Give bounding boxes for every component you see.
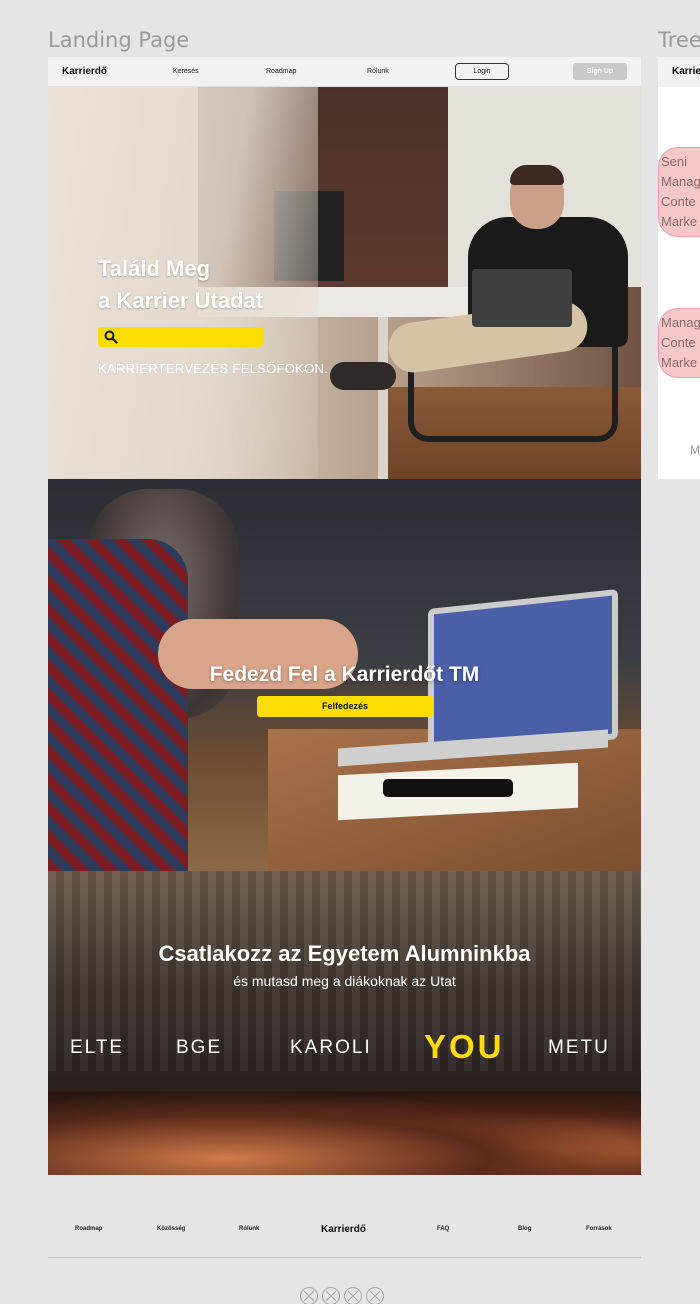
university-bge[interactable]: BGE bbox=[176, 1037, 222, 1059]
tree-node-1-line: Conte bbox=[661, 194, 696, 209]
search-icon bbox=[104, 330, 118, 344]
page-dot-4[interactable] bbox=[366, 1287, 384, 1304]
signup-button[interactable]: Sign Up bbox=[573, 63, 627, 80]
discover-title: Fedezd Fel a Karrierdőt TM bbox=[209, 663, 480, 686]
university-metu[interactable]: METU bbox=[548, 1037, 610, 1059]
alumni-photo-crowd bbox=[48, 1091, 641, 1175]
nav-link-roadmap[interactable]: Roadmap bbox=[266, 68, 296, 75]
close-icon bbox=[325, 1290, 337, 1302]
hero-office-section: Találd Meg a Karrier Utadat KARRIERTERVE… bbox=[48, 87, 641, 479]
hero-title: Találd Meg a Karrier Utadat bbox=[98, 253, 338, 317]
tree-node-2[interactable]: Manag Conte Marke bbox=[658, 308, 700, 378]
hero-search-bar[interactable] bbox=[98, 327, 263, 347]
close-icon bbox=[369, 1290, 381, 1302]
login-button[interactable]: Login bbox=[455, 63, 509, 80]
tree-nav-logo: Karrier bbox=[658, 57, 700, 87]
hero-photo-desk-leg bbox=[378, 317, 388, 479]
tree-node-2-line: Conte bbox=[661, 335, 696, 350]
close-icon bbox=[303, 1290, 315, 1302]
tree-node-1-line: Manag bbox=[661, 174, 700, 189]
alumni-title: Csatlakozz az Egyetem Alumninkba bbox=[158, 941, 531, 966]
discover-photo-shirt bbox=[48, 539, 188, 871]
landing-page-artboard: Karrierdő Keresés Roadmap Rólunk Login S… bbox=[48, 57, 641, 1175]
tree-node-2-line: Manag bbox=[661, 315, 700, 330]
page-dot-2[interactable] bbox=[322, 1287, 340, 1304]
university-karoli[interactable]: KAROLI bbox=[290, 1037, 372, 1059]
footer-link-blog[interactable]: Blog bbox=[518, 1226, 531, 1232]
page-dot-3[interactable] bbox=[344, 1287, 362, 1304]
footer-link-resources[interactable]: Források bbox=[586, 1226, 612, 1232]
alumni-subtitle: és mutasd meg a diákoknak az Utat bbox=[233, 973, 456, 989]
footer-logo[interactable]: Karrierdő bbox=[321, 1224, 366, 1235]
nav-link-about[interactable]: Rólunk bbox=[367, 68, 389, 75]
tree-bottom-label: M bbox=[690, 443, 700, 457]
tree-artboard: Karrier Seni Manag Conte Marke Manag Con… bbox=[658, 57, 700, 479]
frame-label-tree: Tree bbox=[658, 28, 700, 52]
footer-link-community[interactable]: Közösség bbox=[157, 1226, 185, 1232]
hero-photo-laptop bbox=[472, 269, 572, 327]
footer-link-about[interactable]: Rólunk bbox=[239, 1226, 259, 1232]
hero-photo-shoe bbox=[330, 362, 396, 390]
footer-link-faq[interactable]: FAQ bbox=[437, 1226, 449, 1232]
tree-node-1-line: Seni bbox=[661, 154, 688, 169]
page-dot-1[interactable] bbox=[300, 1287, 318, 1304]
discover-section: Fedezd Fel a Karrierdőt TM Felfedezés bbox=[48, 479, 641, 871]
university-you[interactable]: YOU bbox=[424, 1028, 505, 1066]
hero-search-input[interactable] bbox=[120, 327, 260, 347]
tree-node-1[interactable]: Seni Manag Conte Marke bbox=[658, 147, 700, 237]
hero-tagline: KARRIERTERVEZÉS FELSŐFOKON. bbox=[98, 361, 329, 376]
tree-node-1-line: Marke bbox=[661, 214, 698, 229]
discover-button[interactable]: Felfedezés bbox=[257, 696, 433, 717]
nav-link-search[interactable]: Keresés bbox=[173, 68, 199, 75]
hero-title-line2: a Karrier Utadat bbox=[98, 288, 264, 313]
university-elte[interactable]: ELTE bbox=[70, 1037, 124, 1059]
alumni-section: Csatlakozz az Egyetem Alumninkba és muta… bbox=[48, 871, 641, 1175]
nav-logo[interactable]: Karrierdő bbox=[62, 66, 107, 77]
close-icon bbox=[347, 1290, 359, 1302]
discover-photo-phone bbox=[383, 779, 513, 797]
footer: Roadmap Közösség Rólunk Karrierdő FAQ Bl… bbox=[48, 1210, 641, 1258]
frame-label-landing: Landing Page bbox=[48, 28, 190, 52]
hero-photo-person-hair bbox=[510, 165, 564, 185]
footer-link-roadmap[interactable]: Roadmap bbox=[75, 1226, 102, 1232]
top-navbar: Karrierdő Keresés Roadmap Rólunk Login S… bbox=[48, 57, 641, 87]
tree-node-2-line: Marke bbox=[661, 355, 698, 370]
hero-title-line1: Találd Meg bbox=[98, 256, 211, 281]
